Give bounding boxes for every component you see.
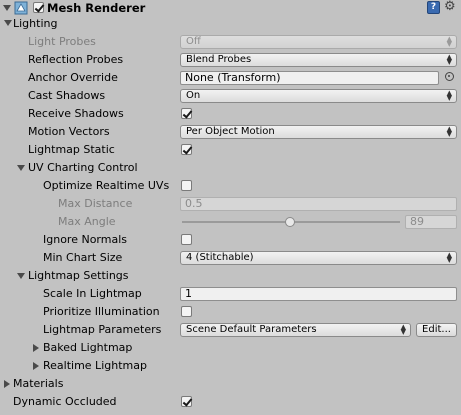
optimize-realtime-uvs-label: Optimize Realtime UVs <box>43 179 170 192</box>
materials-section-label[interactable]: Materials <box>13 377 63 391</box>
lighting-foldout-icon[interactable] <box>4 20 12 26</box>
reflection-probes-label: Reflection Probes <box>28 53 124 66</box>
edit-lightmap-parameters-button[interactable]: Edit... <box>416 323 457 337</box>
uv-charting-foldout-icon[interactable] <box>17 165 25 171</box>
lighting-section-label[interactable]: Lighting <box>13 17 57 31</box>
mesh-renderer-icon <box>14 1 28 15</box>
motion-vectors-label: Motion Vectors <box>28 125 110 138</box>
cast-shadows-dropdown[interactable]: On ▲ ▼ <box>180 89 457 103</box>
cast-shadows-label: Cast Shadows <box>28 89 106 102</box>
anchor-override-value: None (Transform) <box>185 71 281 84</box>
component-header: Mesh Renderer ? ⚙ <box>0 0 461 16</box>
uv-charting-section-label[interactable]: UV Charting Control <box>28 161 138 175</box>
dynamic-occluded-checkbox[interactable] <box>181 396 192 407</box>
materials-foldout-icon[interactable] <box>4 380 10 388</box>
lightmap-settings-section-label[interactable]: Lightmap Settings <box>28 269 129 283</box>
realtime-lightmap-foldout-icon[interactable] <box>33 362 39 370</box>
max-distance-field[interactable]: 0.5 <box>180 197 457 211</box>
max-distance-label: Max Distance <box>58 197 133 210</box>
max-angle-value: 89 <box>410 215 424 228</box>
reflection-probes-dropdown[interactable]: Blend Probes ▲ ▼ <box>180 53 457 67</box>
help-book-icon[interactable]: ? <box>427 1 440 14</box>
realtime-lightmap-section-label[interactable]: Realtime Lightmap <box>43 359 147 373</box>
lightmap-settings-foldout-icon[interactable] <box>17 273 25 279</box>
dropdown-arrows-icon: ▲ ▼ <box>446 89 452 102</box>
light-probes-dropdown[interactable]: Off ▲ ▼ <box>180 35 457 49</box>
scale-in-lightmap-value: 1 <box>185 287 192 300</box>
component-enabled-checkbox[interactable] <box>33 2 44 13</box>
min-chart-size-label: Min Chart Size <box>43 251 123 264</box>
baked-lightmap-foldout-icon[interactable] <box>33 344 39 352</box>
gear-icon[interactable]: ⚙ <box>444 0 456 14</box>
min-chart-size-dropdown[interactable]: 4 (Stitchable) ▲ ▼ <box>180 251 457 265</box>
motion-vectors-dropdown[interactable]: Per Object Motion ▲ ▼ <box>180 125 457 139</box>
max-angle-field[interactable]: 89 <box>405 215 457 229</box>
dynamic-occluded-label: Dynamic Occluded <box>13 395 117 408</box>
ignore-normals-checkbox[interactable] <box>181 234 192 245</box>
object-picker-icon[interactable] <box>445 72 454 81</box>
baked-lightmap-section-label[interactable]: Baked Lightmap <box>43 341 132 355</box>
max-angle-slider-thumb[interactable] <box>285 217 295 227</box>
foldout-arrow-icon[interactable] <box>3 5 11 11</box>
light-probes-value: Off <box>186 36 201 47</box>
reflection-probes-value: Blend Probes <box>186 54 252 65</box>
component-title: Mesh Renderer <box>47 1 146 15</box>
max-angle-label: Max Angle <box>58 215 116 228</box>
dropdown-arrows-icon: ▲ ▼ <box>400 323 406 336</box>
anchor-override-label: Anchor Override <box>28 71 118 84</box>
scale-in-lightmap-field[interactable]: 1 <box>180 287 457 301</box>
scale-in-lightmap-label: Scale In Lightmap <box>43 287 142 300</box>
dropdown-arrows-icon: ▲ ▼ <box>446 125 452 138</box>
dropdown-arrows-icon: ▲ ▼ <box>446 251 452 264</box>
anchor-override-field[interactable]: None (Transform) <box>180 71 439 85</box>
receive-shadows-label: Receive Shadows <box>28 107 124 120</box>
dropdown-arrows-icon: ▲ ▼ <box>446 53 452 66</box>
receive-shadows-checkbox[interactable] <box>181 108 192 119</box>
motion-vectors-value: Per Object Motion <box>186 126 275 137</box>
lightmap-static-checkbox[interactable] <box>181 144 192 155</box>
dropdown-arrows-icon: ▲ ▼ <box>446 35 452 48</box>
lightmap-parameters-dropdown[interactable]: Scene Default Parameters ▲ ▼ <box>180 323 411 337</box>
optimize-realtime-uvs-checkbox[interactable] <box>181 180 192 191</box>
lightmap-static-label: Lightmap Static <box>28 143 115 156</box>
prioritize-illumination-label: Prioritize Illumination <box>43 305 160 318</box>
max-distance-value: 0.5 <box>185 197 203 210</box>
cast-shadows-value: On <box>186 90 201 101</box>
lightmap-parameters-label: Lightmap Parameters <box>43 323 162 336</box>
min-chart-size-value: 4 (Stitchable) <box>186 252 254 263</box>
ignore-normals-label: Ignore Normals <box>43 233 128 246</box>
prioritize-illumination-checkbox[interactable] <box>181 306 192 317</box>
light-probes-label: Light Probes <box>28 35 96 48</box>
lightmap-parameters-value: Scene Default Parameters <box>186 324 317 335</box>
